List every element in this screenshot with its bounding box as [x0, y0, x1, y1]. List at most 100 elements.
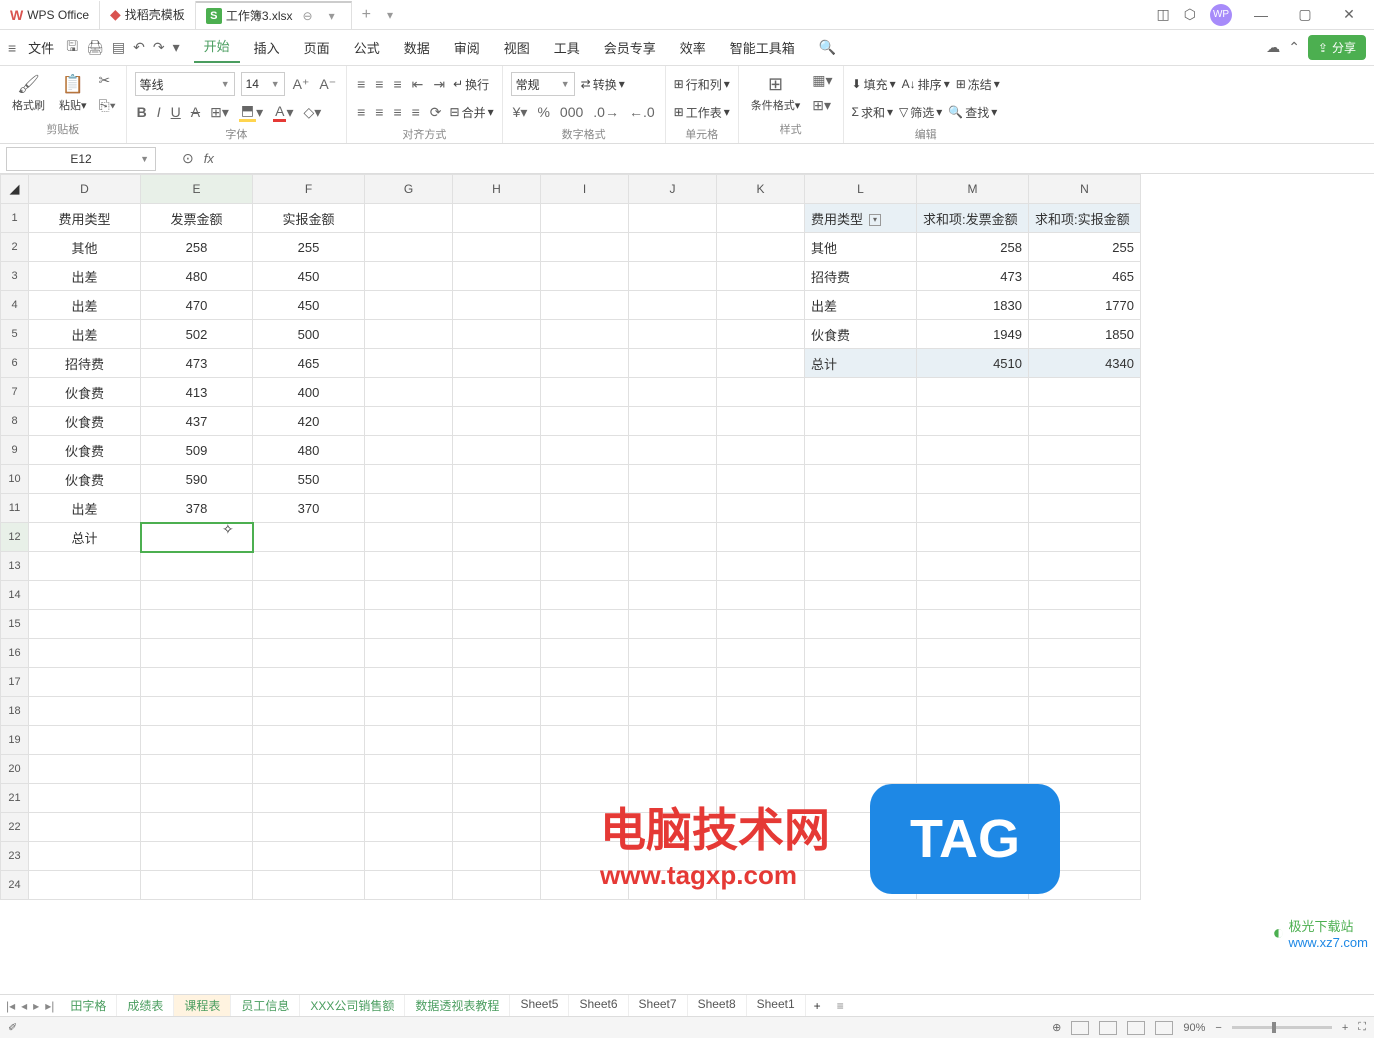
cell-K21[interactable] — [717, 784, 805, 813]
cell-F1[interactable]: 实报金额 — [253, 204, 365, 233]
cell-G21[interactable] — [365, 784, 453, 813]
zoom-slider[interactable] — [1232, 1026, 1332, 1029]
cube-icon[interactable]: ⬡ — [1184, 6, 1196, 23]
cell-F21[interactable] — [253, 784, 365, 813]
cell-E18[interactable] — [141, 697, 253, 726]
cell-L12[interactable] — [805, 523, 917, 552]
cell-H21[interactable] — [453, 784, 541, 813]
cell-G22[interactable] — [365, 813, 453, 842]
col-header-M[interactable]: M — [917, 175, 1029, 204]
sheet-tab-7[interactable]: Sheet6 — [569, 995, 628, 1016]
align-center-button[interactable]: ≡ — [373, 102, 385, 122]
cell-N10[interactable] — [1029, 465, 1141, 494]
cell-K8[interactable] — [717, 407, 805, 436]
cell-F7[interactable]: 400 — [253, 378, 365, 407]
cell-J5[interactable] — [629, 320, 717, 349]
cell-E17[interactable] — [141, 668, 253, 697]
cell-D14[interactable] — [29, 581, 141, 610]
cell-G23[interactable] — [365, 842, 453, 871]
cell-H16[interactable] — [453, 639, 541, 668]
row-header-14[interactable]: 14 — [1, 581, 29, 610]
cell-I23[interactable] — [541, 842, 629, 871]
redo-icon[interactable]: ↷ — [153, 39, 165, 56]
cell-I5[interactable] — [541, 320, 629, 349]
row-header-13[interactable]: 13 — [1, 552, 29, 581]
cell-G6[interactable] — [365, 349, 453, 378]
cell-I11[interactable] — [541, 494, 629, 523]
cell-H7[interactable] — [453, 378, 541, 407]
cell-D13[interactable] — [29, 552, 141, 581]
select-all-corner[interactable]: ◢ — [1, 175, 29, 204]
cell-F16[interactable] — [253, 639, 365, 668]
fullscreen-icon[interactable]: ⛶ — [1358, 1021, 1366, 1034]
cell-D5[interactable]: 出差 — [29, 320, 141, 349]
paste-button[interactable]: 📋 粘贴▾ — [55, 72, 91, 115]
sort-button[interactable]: A↓ 排序▾ — [902, 76, 950, 93]
cell-I18[interactable] — [541, 697, 629, 726]
menu-member[interactable]: 会员专享 — [594, 34, 666, 61]
cell-J13[interactable] — [629, 552, 717, 581]
cell-F23[interactable] — [253, 842, 365, 871]
cell-I24[interactable] — [541, 871, 629, 900]
cell-K15[interactable] — [717, 610, 805, 639]
cell-K3[interactable] — [717, 262, 805, 291]
row-header-2[interactable]: 2 — [1, 233, 29, 262]
row-header-11[interactable]: 11 — [1, 494, 29, 523]
cell-K18[interactable] — [717, 697, 805, 726]
app-tab-wps[interactable]: W WPS Office — [0, 1, 100, 29]
cell-H1[interactable] — [453, 204, 541, 233]
row-header-21[interactable]: 21 — [1, 784, 29, 813]
cell-E5[interactable]: 502 — [141, 320, 253, 349]
cell-I13[interactable] — [541, 552, 629, 581]
cell-N11[interactable] — [1029, 494, 1141, 523]
cell-N5[interactable]: 1850 — [1029, 320, 1141, 349]
cell-E19[interactable] — [141, 726, 253, 755]
cell-N18[interactable] — [1029, 697, 1141, 726]
cell-D7[interactable]: 伙食费 — [29, 378, 141, 407]
cell-D24[interactable] — [29, 871, 141, 900]
cell-H14[interactable] — [453, 581, 541, 610]
cell-F13[interactable] — [253, 552, 365, 581]
align-justify-button[interactable]: ≡ — [410, 102, 422, 122]
cell-E7[interactable]: 413 — [141, 378, 253, 407]
border-button[interactable]: ⊞▾ — [208, 102, 231, 123]
cell-E1[interactable]: 发票金额 — [141, 204, 253, 233]
view-page-button[interactable] — [1099, 1021, 1117, 1035]
col-header-K[interactable]: K — [717, 175, 805, 204]
app-tab-daoke[interactable]: ◆ 找稻壳模板 — [100, 1, 196, 29]
cell-H13[interactable] — [453, 552, 541, 581]
cell-H5[interactable] — [453, 320, 541, 349]
cell-J19[interactable] — [629, 726, 717, 755]
file-menu[interactable]: 文件 — [24, 34, 58, 61]
cell-K11[interactable] — [717, 494, 805, 523]
increase-font-button[interactable]: A⁺ — [291, 74, 312, 95]
cell-M9[interactable] — [917, 436, 1029, 465]
convert-button[interactable]: ⇄ 转换▾ — [581, 76, 625, 93]
cell-J20[interactable] — [629, 755, 717, 784]
row-header-17[interactable]: 17 — [1, 668, 29, 697]
cell-L8[interactable] — [805, 407, 917, 436]
name-box[interactable]: E12 ▼ — [6, 147, 156, 171]
cell-M14[interactable] — [917, 581, 1029, 610]
cell-I21[interactable] — [541, 784, 629, 813]
cell-G9[interactable] — [365, 436, 453, 465]
cell-I9[interactable] — [541, 436, 629, 465]
cell-K16[interactable] — [717, 639, 805, 668]
cell-D6[interactable]: 招待费 — [29, 349, 141, 378]
sheet-tab-0[interactable]: 田字格 — [60, 995, 117, 1016]
orientation-button[interactable]: ⟳ — [428, 102, 444, 123]
cell-M19[interactable] — [917, 726, 1029, 755]
cell-F9[interactable]: 480 — [253, 436, 365, 465]
decrease-font-button[interactable]: A⁻ — [317, 74, 338, 95]
row-header-7[interactable]: 7 — [1, 378, 29, 407]
cell-F14[interactable] — [253, 581, 365, 610]
cell-M7[interactable] — [917, 378, 1029, 407]
cell-H17[interactable] — [453, 668, 541, 697]
cell-I1[interactable] — [541, 204, 629, 233]
cell-D2[interactable]: 其他 — [29, 233, 141, 262]
cell-G4[interactable] — [365, 291, 453, 320]
cell-H11[interactable] — [453, 494, 541, 523]
cell-K10[interactable] — [717, 465, 805, 494]
cell-L20[interactable] — [805, 755, 917, 784]
cell-F5[interactable]: 500 — [253, 320, 365, 349]
